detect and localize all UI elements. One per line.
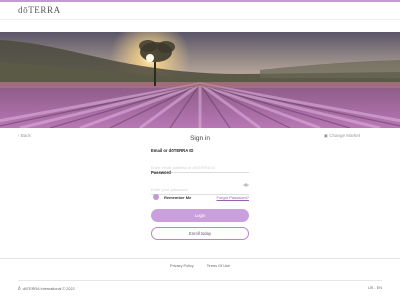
footer-divider [0, 258, 400, 259]
remember-me-checkbox[interactable] [153, 194, 159, 200]
footer-divider-bottom [18, 280, 382, 281]
copyright: ð dōTERRA International © 2022 [18, 286, 75, 291]
lavender-field-illustration [0, 32, 400, 128]
locale-selector[interactable]: US - EN [368, 286, 382, 290]
terms-of-use-link[interactable]: Terms Of Use [207, 264, 230, 268]
footer-links: Privacy Policy Terms Of Use [0, 264, 400, 268]
site-header: dōTERRA [0, 2, 400, 20]
page-title: Sign in [190, 135, 210, 142]
forgot-password-link[interactable]: Forgot Password? [217, 195, 249, 200]
enroll-today-button[interactable]: Enroll today [151, 227, 249, 240]
remember-me-row: Remember Me Forgot Password? [151, 193, 249, 201]
email-label: Email or dōTERRA ID [151, 148, 194, 153]
password-label: Password [151, 170, 171, 175]
eye-icon[interactable] [243, 183, 249, 187]
hero-image [0, 32, 400, 128]
doterra-logo[interactable]: dōTERRA [18, 5, 61, 15]
remember-me-label: Remember Me [164, 194, 192, 200]
login-button[interactable]: Login [151, 209, 249, 222]
privacy-policy-link[interactable]: Privacy Policy [170, 264, 194, 268]
doterra-drop-icon: ð [18, 286, 21, 291]
